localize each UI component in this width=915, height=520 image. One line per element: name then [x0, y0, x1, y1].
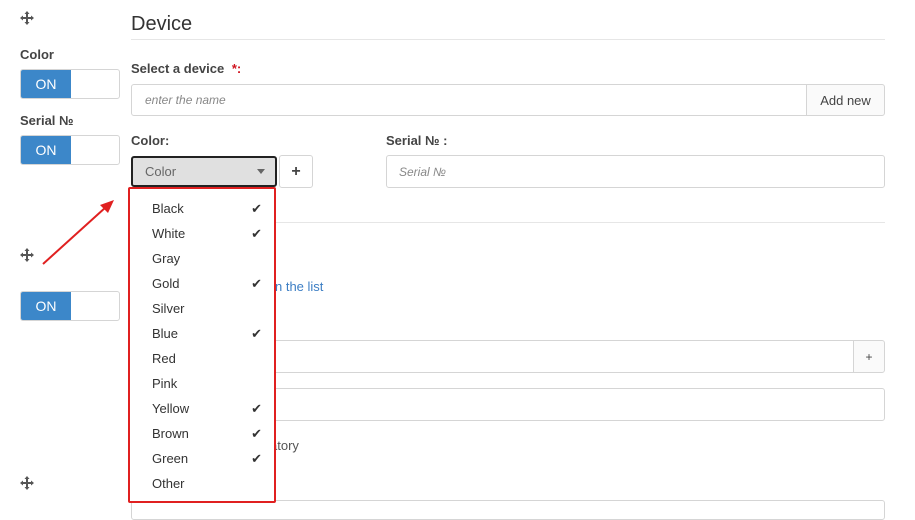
plus-icon: + — [291, 162, 301, 180]
serial-placeholder: Serial № — [399, 164, 447, 179]
color-select-value: Color — [145, 164, 177, 179]
dropdown-option-pink[interactable]: Pink — [130, 371, 274, 396]
option-label: Gold — [152, 276, 180, 291]
move-icon[interactable] — [20, 11, 34, 25]
move-icon[interactable] — [20, 476, 34, 490]
list-link[interactable]: n the list — [275, 279, 323, 294]
dropdown-option-red[interactable]: Red — [130, 346, 274, 371]
color-select[interactable]: Color — [131, 156, 277, 187]
serial-input[interactable]: Serial № — [386, 155, 885, 188]
dropdown-option-white[interactable]: White ✔ — [130, 221, 274, 246]
dropdown-option-other[interactable]: Other — [130, 471, 274, 496]
option-label: Yellow — [152, 401, 190, 416]
dropdown-option-gray[interactable]: Gray — [130, 246, 274, 271]
check-icon: ✔ — [251, 275, 262, 291]
add-item-button[interactable]: + — [853, 340, 885, 373]
background-input[interactable] — [131, 500, 885, 520]
dropdown-option-green[interactable]: Green ✔ — [130, 446, 274, 471]
dropdown-option-yellow[interactable]: Yellow ✔ — [130, 396, 274, 421]
select-device-label-text: Select a device — [131, 61, 225, 76]
check-icon: ✔ — [251, 425, 262, 441]
caret-down-icon — [257, 169, 265, 174]
serial-toggle-label: Serial № — [20, 113, 74, 128]
select-device-label: Select a device *: — [131, 61, 241, 76]
color-toggle[interactable]: ON — [20, 69, 120, 99]
dropdown-option-blue[interactable]: Blue ✔ — [130, 321, 274, 346]
option-label: Red — [152, 351, 176, 366]
option-label: Green — [152, 451, 189, 466]
section-title: Device — [131, 13, 193, 35]
dropdown-option-gold[interactable]: Gold ✔ — [130, 271, 274, 296]
serial-label: Serial № : — [386, 133, 448, 148]
device-name-input[interactable]: enter the name — [131, 84, 808, 116]
dropdown-option-brown[interactable]: Brown ✔ — [130, 421, 274, 446]
toggle-switch[interactable]: ON — [20, 291, 120, 321]
option-label: Silver — [152, 301, 185, 316]
check-icon: ✔ — [251, 325, 262, 341]
serial-toggle[interactable]: ON — [20, 135, 120, 165]
option-label: White — [152, 226, 186, 241]
toggle-on-label: ON — [21, 70, 71, 98]
option-label: Blue — [152, 326, 179, 341]
dropdown-option-silver[interactable]: Silver — [130, 296, 274, 321]
move-icon[interactable] — [20, 248, 34, 262]
color-toggle-label: Color — [20, 47, 54, 62]
color-dropdown-menu: Black ✔ White ✔ Gray Gold ✔ Silver Blue ✔ Red Pink Y… — [128, 187, 276, 503]
color-label: Color: — [131, 133, 170, 148]
option-label: Pink — [152, 376, 178, 391]
check-icon: ✔ — [251, 200, 262, 216]
option-label: Brown — [152, 426, 189, 441]
check-icon: ✔ — [251, 225, 262, 241]
divider — [131, 39, 885, 40]
toggle-on-label: ON — [21, 292, 71, 320]
check-icon: ✔ — [251, 450, 262, 466]
device-name-placeholder: enter the name — [145, 93, 226, 107]
option-label: Black — [152, 201, 184, 216]
add-color-button[interactable]: + — [279, 155, 313, 188]
option-label: Gray — [152, 251, 181, 266]
dropdown-option-black[interactable]: Black ✔ — [130, 196, 274, 221]
add-new-button[interactable]: Add new — [806, 84, 885, 116]
annotation-arrow — [42, 200, 114, 265]
required-mark: *: — [231, 61, 242, 76]
toggle-on-label: ON — [21, 136, 71, 164]
check-icon: ✔ — [251, 400, 262, 416]
option-label: Other — [152, 476, 185, 491]
